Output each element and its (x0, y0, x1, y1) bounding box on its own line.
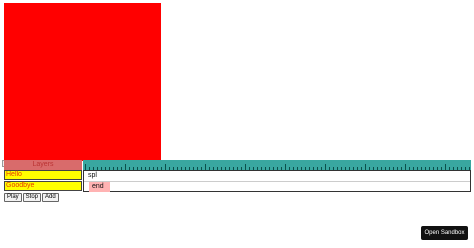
add-button[interactable]: Add (42, 193, 59, 202)
playback-controls: Play Stop Add (4, 193, 59, 202)
stop-button[interactable]: Stop (22, 193, 42, 202)
timeline-tracks[interactable]: spl end (83, 170, 471, 192)
timeline-ruler[interactable] (83, 160, 471, 170)
layer-goodbye[interactable]: Goodbye (4, 181, 82, 191)
layer-hello[interactable]: Hello (4, 170, 82, 180)
layers-header: Layers (4, 160, 82, 170)
clip-spl[interactable]: spl (86, 171, 97, 181)
open-sandbox-button[interactable]: Open Sandbox (421, 226, 468, 240)
clip-end[interactable]: end (89, 182, 110, 192)
play-button[interactable]: Play (4, 193, 22, 202)
track-divider (84, 181, 470, 182)
stage-canvas[interactable] (4, 3, 161, 161)
